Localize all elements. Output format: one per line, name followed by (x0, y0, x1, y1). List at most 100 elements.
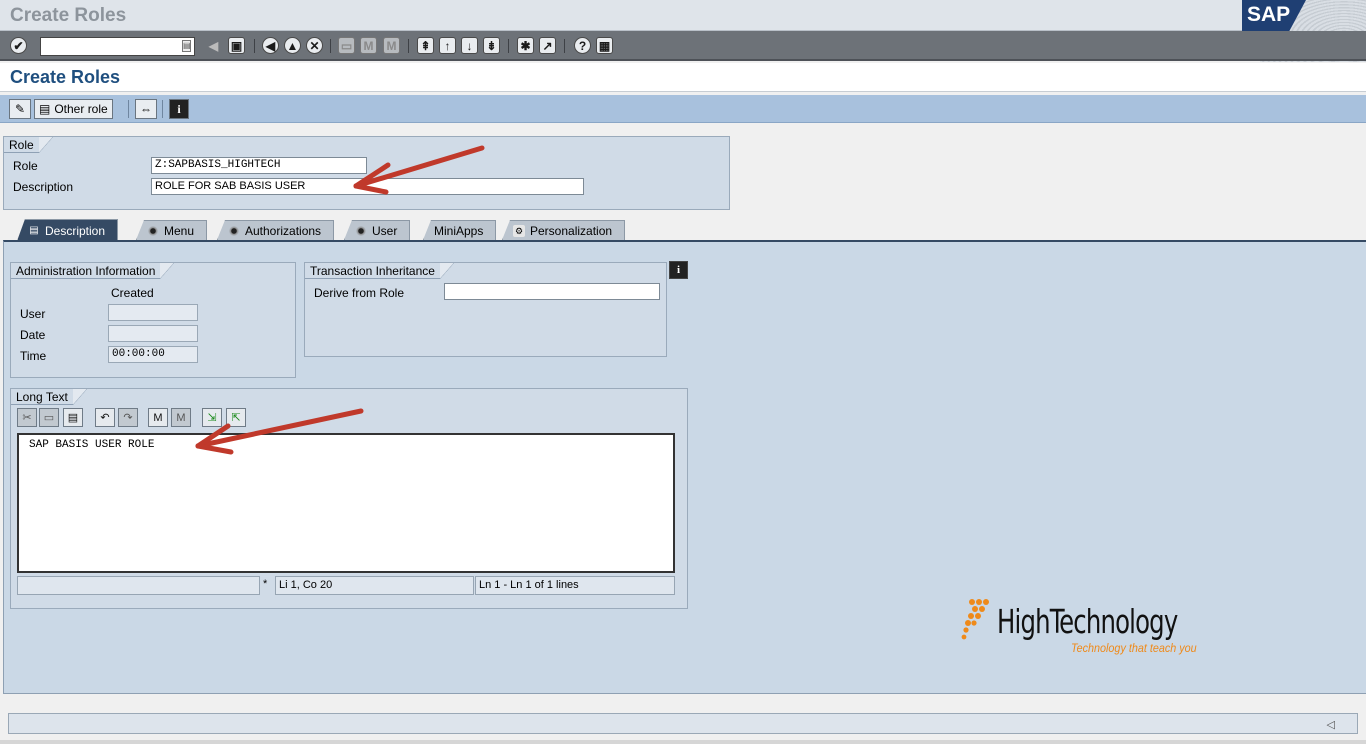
first-page-icon[interactable]: ⇞ (417, 37, 434, 54)
role-groupbox: Role Role Z:SAPBASIS_HIGHTECH Descriptio… (3, 136, 730, 210)
toolbar-separator (564, 39, 565, 53)
tab-description[interactable]: ▤ Description (17, 219, 119, 241)
command-field[interactable]: ▤ (40, 37, 195, 56)
derive-from-role-label: Derive from Role (314, 286, 405, 300)
status-gear-icon (147, 224, 159, 237)
enter-icon[interactable]: ✔ (10, 37, 27, 54)
created-date-field (108, 325, 198, 342)
tab-personalization[interactable]: ⚙ Personalization (502, 220, 626, 240)
command-history-icon[interactable]: ▤ (182, 40, 191, 52)
information-button[interactable]: i (169, 99, 189, 119)
previous-page-icon[interactable]: ↑ (439, 37, 456, 54)
brand-name: HighTechnology (997, 602, 1178, 641)
toolbar-separator (128, 100, 129, 118)
info-icon: i (177, 101, 181, 116)
long-text-editor[interactable]: SAP BASIS USER ROLE (17, 433, 675, 573)
find-icon[interactable]: M (360, 37, 377, 54)
description-field[interactable]: ROLE FOR SAB BASIS USER (151, 178, 584, 195)
collapse-left-icon[interactable]: ◀ (205, 37, 222, 54)
toolbar-separator (254, 39, 255, 53)
tab-user[interactable]: User (344, 220, 411, 240)
created-header: Created (111, 286, 154, 300)
redo-icon[interactable]: ↷ (118, 408, 138, 427)
hightechnology-watermark: HighTechnology Technology that teach you (955, 594, 1235, 664)
window-bottom-border (0, 740, 1366, 744)
role-label: Role (13, 159, 38, 173)
tab-label: Menu (164, 223, 195, 238)
editor-status-left (17, 576, 260, 595)
tab-label: Personalization (530, 223, 613, 238)
toolbar-separator (330, 39, 331, 53)
exit-icon[interactable]: ▲ (284, 37, 301, 54)
other-role-icon: ▤ (39, 102, 51, 116)
last-page-icon[interactable]: ⇟ (483, 37, 500, 54)
status-gear-icon (355, 224, 367, 237)
toolbar-separator (408, 39, 409, 53)
other-role-label: Other role (54, 102, 108, 116)
tab-label: Description (45, 223, 106, 238)
save-icon[interactable]: ▣ (228, 37, 245, 54)
derive-from-role-field[interactable] (444, 283, 660, 300)
page-title: Create Roles (10, 67, 121, 87)
help-icon[interactable]: ? (574, 37, 591, 54)
created-time-field: 00:00:00 (108, 346, 198, 363)
load-local-file-icon[interactable]: ⇲ (202, 408, 222, 427)
long-text-content: SAP BASIS USER ROLE (29, 439, 155, 451)
tab-authorizations[interactable]: Authorizations (217, 220, 335, 240)
layout-menu-icon[interactable]: ▦ (596, 37, 613, 54)
date-label: Date (20, 328, 46, 342)
display-change-button[interactable]: ✎ (9, 99, 31, 119)
toolbar-separator (508, 39, 509, 53)
standard-toolbar: ✔ ▤ ◀ ▣ ◀ ▲ ✕ ▭ M M ⇞ ↑ ↓ ⇟ ✱ ↗ ? ▦ (0, 31, 1366, 61)
back-icon[interactable]: ◀ (262, 37, 279, 54)
tab-menu[interactable]: Menu (136, 220, 208, 240)
personalization-icon: ⚙ (513, 224, 525, 237)
editor-cursor-position: Li 1, Co 20 (275, 576, 474, 595)
tab-label: MiniApps (434, 223, 484, 238)
admin-info-groupbox: Administration Information Created User … (10, 262, 296, 378)
status-gear-icon (228, 224, 240, 237)
created-user-field (108, 304, 198, 321)
editor-modified-mark: * (263, 578, 268, 590)
other-role-button[interactable]: ▤ Other role (34, 99, 113, 119)
hierarchy-button[interactable]: ⇔ (135, 99, 157, 119)
brand-tagline: Technology that teach you (1071, 641, 1197, 655)
next-page-icon[interactable]: ↓ (461, 37, 478, 54)
role-groupbox-title: Role (4, 137, 53, 153)
create-session-icon[interactable]: ✱ (517, 37, 534, 54)
window-title: Create Roles (10, 5, 127, 26)
hierarchy-icon: ⇔ (140, 102, 152, 116)
cut-icon[interactable]: ✂ (17, 408, 37, 427)
find-next-icon[interactable]: M (383, 37, 400, 54)
screen-title-bar: Create Roles (0, 63, 1366, 92)
window-title-bar: Create Roles SAP (0, 0, 1366, 62)
description-label: Description (13, 180, 74, 194)
status-bar-toggle-icon[interactable]: ◁ (1327, 718, 1335, 731)
tabstrip: ▤ Description Menu Authorizations User M… (0, 219, 1366, 242)
hightechnology-logo-icon (961, 599, 989, 640)
sap-logo-text: SAP (1247, 3, 1291, 26)
editor-line-count: Ln 1 - Ln 1 of 1 lines (475, 576, 675, 595)
undo-icon[interactable]: ↶ (95, 408, 115, 427)
tab-label: Authorizations (245, 223, 322, 238)
print-icon[interactable]: ▭ (338, 37, 355, 54)
info-icon[interactable]: i (669, 261, 688, 279)
save-local-file-icon[interactable]: ⇱ (226, 408, 246, 427)
time-label: Time (20, 349, 47, 363)
cancel-icon[interactable]: ✕ (306, 37, 323, 54)
find-icon[interactable]: M (148, 408, 168, 427)
transaction-inheritance-title: Transaction Inheritance (305, 263, 454, 279)
description-tab-icon: ▤ (29, 224, 39, 236)
shortcut-icon[interactable]: ↗ (539, 37, 556, 54)
paste-icon[interactable]: ▤ (63, 408, 83, 427)
tab-miniapps[interactable]: MiniApps (423, 220, 497, 240)
copy-icon[interactable]: ▭ (39, 408, 59, 427)
find-next-icon[interactable]: M (171, 408, 191, 427)
tab-label: User (372, 223, 398, 238)
application-toolbar: ✎ ▤ Other role ⇔ i (0, 95, 1366, 123)
transaction-inheritance-groupbox: Transaction Inheritance Derive from Role (304, 262, 667, 357)
user-label: User (20, 307, 46, 321)
role-name-field[interactable]: Z:SAPBASIS_HIGHTECH (151, 157, 367, 174)
main-area: Role Role Z:SAPBASIS_HIGHTECH Descriptio… (0, 124, 1366, 710)
pencil-glasses-icon: ✎ (14, 102, 26, 116)
